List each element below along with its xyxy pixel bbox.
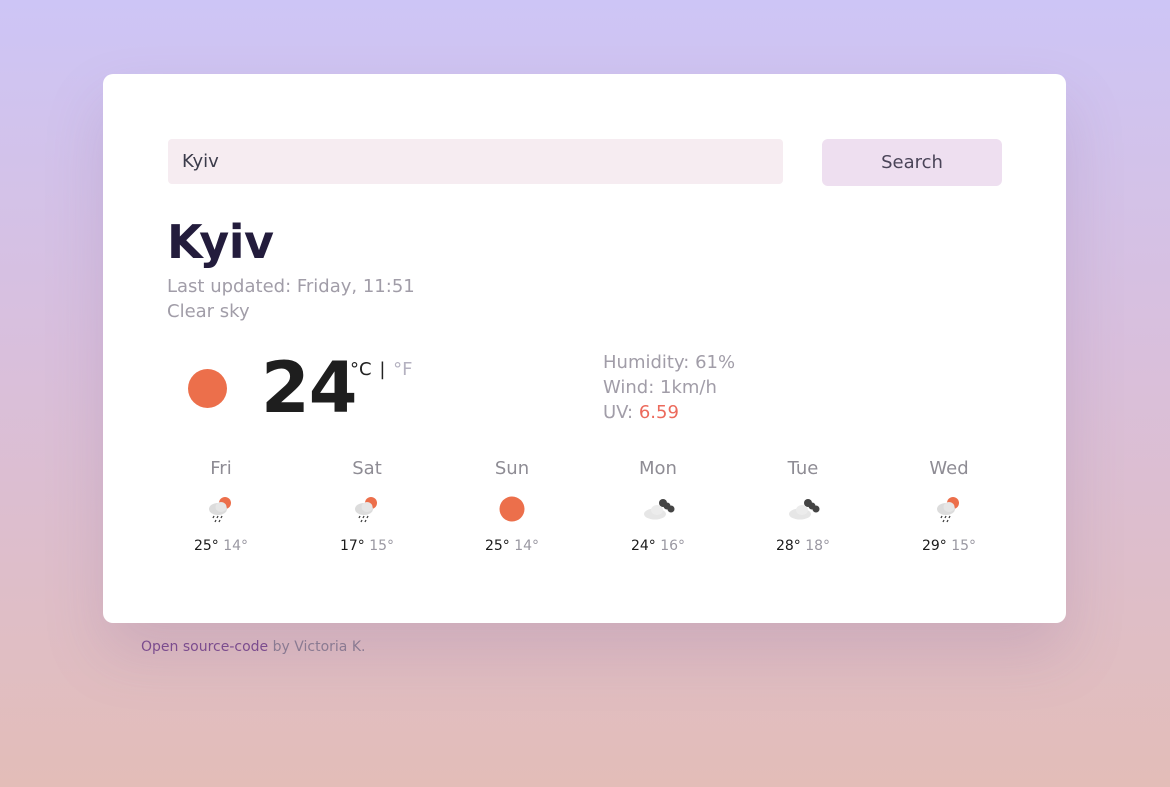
forecast-temps: 17° 15° <box>294 536 440 556</box>
forecast-day-name: Mon <box>639 458 677 479</box>
source-code-link[interactable]: Open source-code <box>141 639 268 655</box>
forecast-min: 15° <box>951 538 977 554</box>
uv-index: UV: 6.59 <box>603 400 735 425</box>
forecast-max: 24° <box>630 538 656 554</box>
forecast-day: Fri 25° 14° <box>148 454 294 556</box>
forecast-day: Wed 29° 15° <box>876 454 1022 556</box>
fahrenheit-link[interactable]: °F <box>393 359 412 380</box>
footer-author: by Victoria K. <box>268 639 366 655</box>
forecast-max: 28° <box>775 538 801 554</box>
forecast-day-name: Sat <box>352 458 382 479</box>
celsius-link[interactable]: °C <box>350 359 372 380</box>
search-form: Search <box>168 139 1002 186</box>
rain-sun-icon <box>931 494 967 524</box>
forecast-min: 14° <box>514 538 540 554</box>
forecast-max: 17° <box>339 538 365 554</box>
sun-icon <box>188 369 227 408</box>
sun-icon <box>494 494 530 524</box>
wind: Wind: 1km/h <box>603 377 717 398</box>
forecast-temps: 25° 14° <box>148 536 294 556</box>
unit-separator: | <box>379 359 386 380</box>
weather-details: Humidity: 61% Wind: 1km/h UV: 6.59 <box>603 350 735 425</box>
city-name: Kyiv <box>167 215 274 269</box>
forecast-max: 29° <box>921 538 947 554</box>
forecast-temps: 24° 16° <box>585 536 731 556</box>
search-input[interactable] <box>168 139 783 184</box>
forecast-min: 14° <box>223 538 249 554</box>
weather-description: Clear sky <box>167 301 250 322</box>
forecast-day-name: Fri <box>210 458 232 479</box>
weather-card: Search Kyiv Last updated: Friday, 11:51 … <box>103 74 1066 623</box>
forecast-min: 18° <box>805 538 831 554</box>
uv-value: 6.59 <box>638 402 679 423</box>
forecast-day-name: Tue <box>787 458 819 479</box>
forecast-max: 25° <box>193 538 219 554</box>
forecast-max: 25° <box>484 538 510 554</box>
forecast-day: Sat 17° 15° <box>294 454 440 556</box>
unit-toggle: °C | °F <box>350 358 412 382</box>
forecast-day-name: Sun <box>494 458 530 479</box>
forecast-day: Tue 28° 18° <box>730 454 876 556</box>
current-temperature: 24 <box>261 347 357 429</box>
footer: Open source-code by Victoria K. <box>141 637 365 657</box>
forecast-temps: 29° 15° <box>876 536 1022 556</box>
clouds-icon <box>785 494 821 524</box>
forecast-temps: 28° 18° <box>730 536 876 556</box>
forecast-day-name: Wed <box>929 458 969 479</box>
forecast-min: 16° <box>660 538 686 554</box>
weather-meta: Last updated: Friday, 11:51 Clear sky <box>167 274 415 324</box>
forecast: Fri 25° 14° Sat 17° 15° Sun 25° 14° Mon … <box>148 454 1023 564</box>
uv-label: UV: <box>603 402 639 423</box>
last-updated: Last updated: Friday, 11:51 <box>167 276 415 297</box>
forecast-temps: 25° 14° <box>439 536 585 556</box>
forecast-min: 15° <box>369 538 395 554</box>
humidity: Humidity: 61% <box>603 352 736 373</box>
forecast-day: Sun 25° 14° <box>439 454 585 556</box>
clouds-icon <box>640 494 676 524</box>
rain-sun-icon <box>349 494 385 524</box>
search-button[interactable]: Search <box>822 139 1002 186</box>
forecast-day: Mon 24° 16° <box>585 454 731 556</box>
rain-sun-icon <box>203 494 239 524</box>
